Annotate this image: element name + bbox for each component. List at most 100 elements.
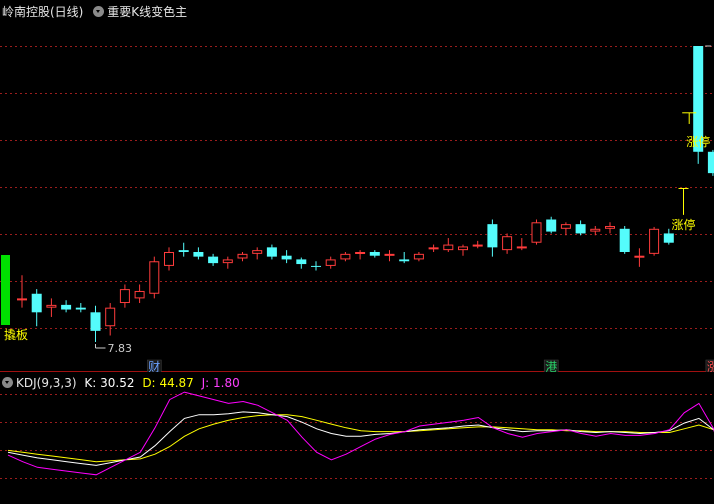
- kdj-menu-button[interactable]: KDJ(9,3,3): [2, 376, 77, 390]
- kdj-k-label: K:: [84, 376, 97, 390]
- candle-body-up: [458, 246, 468, 251]
- kdj-k-readout: K: 30.52: [84, 376, 134, 390]
- kdj-j-value: 1.80: [213, 376, 240, 390]
- event-marker[interactable]: 港: [543, 359, 559, 372]
- kdj-d-label: D:: [142, 376, 156, 390]
- chevron-down-icon: [2, 377, 13, 388]
- candle: [296, 257, 307, 269]
- candle-body-up: [649, 228, 660, 254]
- chart-header: 岭南控股(日线) 重要K线变色主: [2, 3, 187, 20]
- candle: [413, 251, 424, 262]
- candle: [31, 289, 42, 327]
- candle-body-down: [193, 251, 204, 257]
- candle: [178, 242, 189, 257]
- kdj-header: KDJ(9,3,3) K: 30.52 D: 44.87 J: 1.80: [2, 376, 240, 390]
- candle-body-down: [546, 219, 557, 232]
- candle-body-up: [119, 289, 130, 304]
- limit-up-label: 涨停: [671, 217, 695, 232]
- candle-body-down: [208, 256, 219, 264]
- candle-body-limit-up: [678, 187, 689, 189]
- event-marker-label: 财: [148, 360, 160, 372]
- kdj-j-line: [7, 391, 714, 476]
- candle: [252, 247, 263, 260]
- indicator-title: 重要K线变色主: [107, 5, 188, 19]
- event-marker[interactable]: 财: [147, 359, 162, 372]
- candle-body-down: [619, 228, 630, 252]
- candle: [472, 240, 483, 249]
- candle: [605, 222, 615, 234]
- price-chart[interactable]: 11.027.83涨停涨停撬板财港涨榜: [0, 0, 714, 372]
- candle: [325, 256, 336, 269]
- candle: [575, 220, 586, 236]
- candle: [149, 256, 160, 299]
- candle-body-down: [575, 224, 586, 234]
- candle: [46, 298, 57, 317]
- candle: [502, 233, 513, 254]
- candle: [560, 222, 571, 236]
- candle: [237, 251, 248, 262]
- candle: [516, 238, 527, 251]
- candle: [17, 275, 27, 308]
- candle: [678, 187, 689, 215]
- candle: [340, 251, 351, 262]
- candle-body-up: [384, 253, 395, 256]
- candle: [443, 238, 454, 252]
- kdj-k-line: [7, 411, 714, 466]
- limit-up-label: 涨停: [686, 134, 710, 149]
- low-price-label: 7.83: [108, 342, 133, 355]
- candle-body-up: [105, 307, 116, 327]
- price-gridlines: [0, 46, 714, 329]
- candle-body-down: [266, 247, 277, 257]
- candle: [75, 303, 86, 313]
- candle: [369, 250, 380, 258]
- candle: [281, 250, 292, 264]
- candle-body-up: [46, 304, 57, 308]
- candle-body-up: [252, 250, 263, 254]
- candle-body-up: [428, 247, 439, 250]
- candle: [707, 149, 714, 176]
- candle: [634, 248, 645, 267]
- candle: [428, 244, 439, 252]
- candle: [531, 219, 542, 245]
- candle: [458, 244, 468, 256]
- candle: [134, 284, 145, 304]
- candle-body-up: [531, 222, 542, 243]
- candle-body-down: [31, 293, 42, 313]
- candle: [649, 226, 660, 256]
- candle-body-up: [134, 290, 145, 299]
- kdj-label: KDJ(9,3,3): [16, 376, 77, 390]
- candle: [311, 261, 321, 271]
- candle-body-down: [311, 265, 321, 267]
- candle: [619, 226, 630, 254]
- candle-body-up: [502, 236, 513, 251]
- candle: [399, 251, 410, 264]
- candle-body-up: [325, 259, 336, 266]
- event-marker[interactable]: 涨: [705, 359, 714, 372]
- candle: [119, 284, 130, 308]
- candle-body-up: [605, 226, 615, 229]
- chevron-down-icon: [93, 6, 105, 17]
- candle: [193, 247, 204, 260]
- candle-body-up: [149, 261, 160, 294]
- candle-body-up: [222, 259, 233, 264]
- indicator-menu-button[interactable]: 重要K线变色主: [93, 5, 187, 19]
- candle-body-down: [281, 255, 292, 260]
- candle: [487, 219, 498, 257]
- candle-body-down: [707, 151, 714, 174]
- candle-body-down: [61, 304, 72, 310]
- left-signal-tag: 撬板: [4, 328, 28, 342]
- event-marker-label: 港: [545, 360, 557, 372]
- candle-body-down: [399, 259, 410, 262]
- kdj-chart[interactable]: [0, 372, 714, 504]
- candle-body-down: [90, 312, 101, 331]
- kdj-d-value: 44.87: [159, 376, 194, 390]
- kdj-j-readout: J: 1.80: [202, 376, 240, 390]
- candle-body-up: [560, 224, 571, 229]
- candle-body-down: [487, 224, 498, 248]
- candle: [164, 247, 174, 271]
- candle: [208, 253, 219, 266]
- candle-body-up: [443, 244, 454, 251]
- candle-body-down: [178, 250, 189, 252]
- candle: [546, 216, 557, 234]
- stock-title: 岭南控股(日线): [2, 5, 84, 19]
